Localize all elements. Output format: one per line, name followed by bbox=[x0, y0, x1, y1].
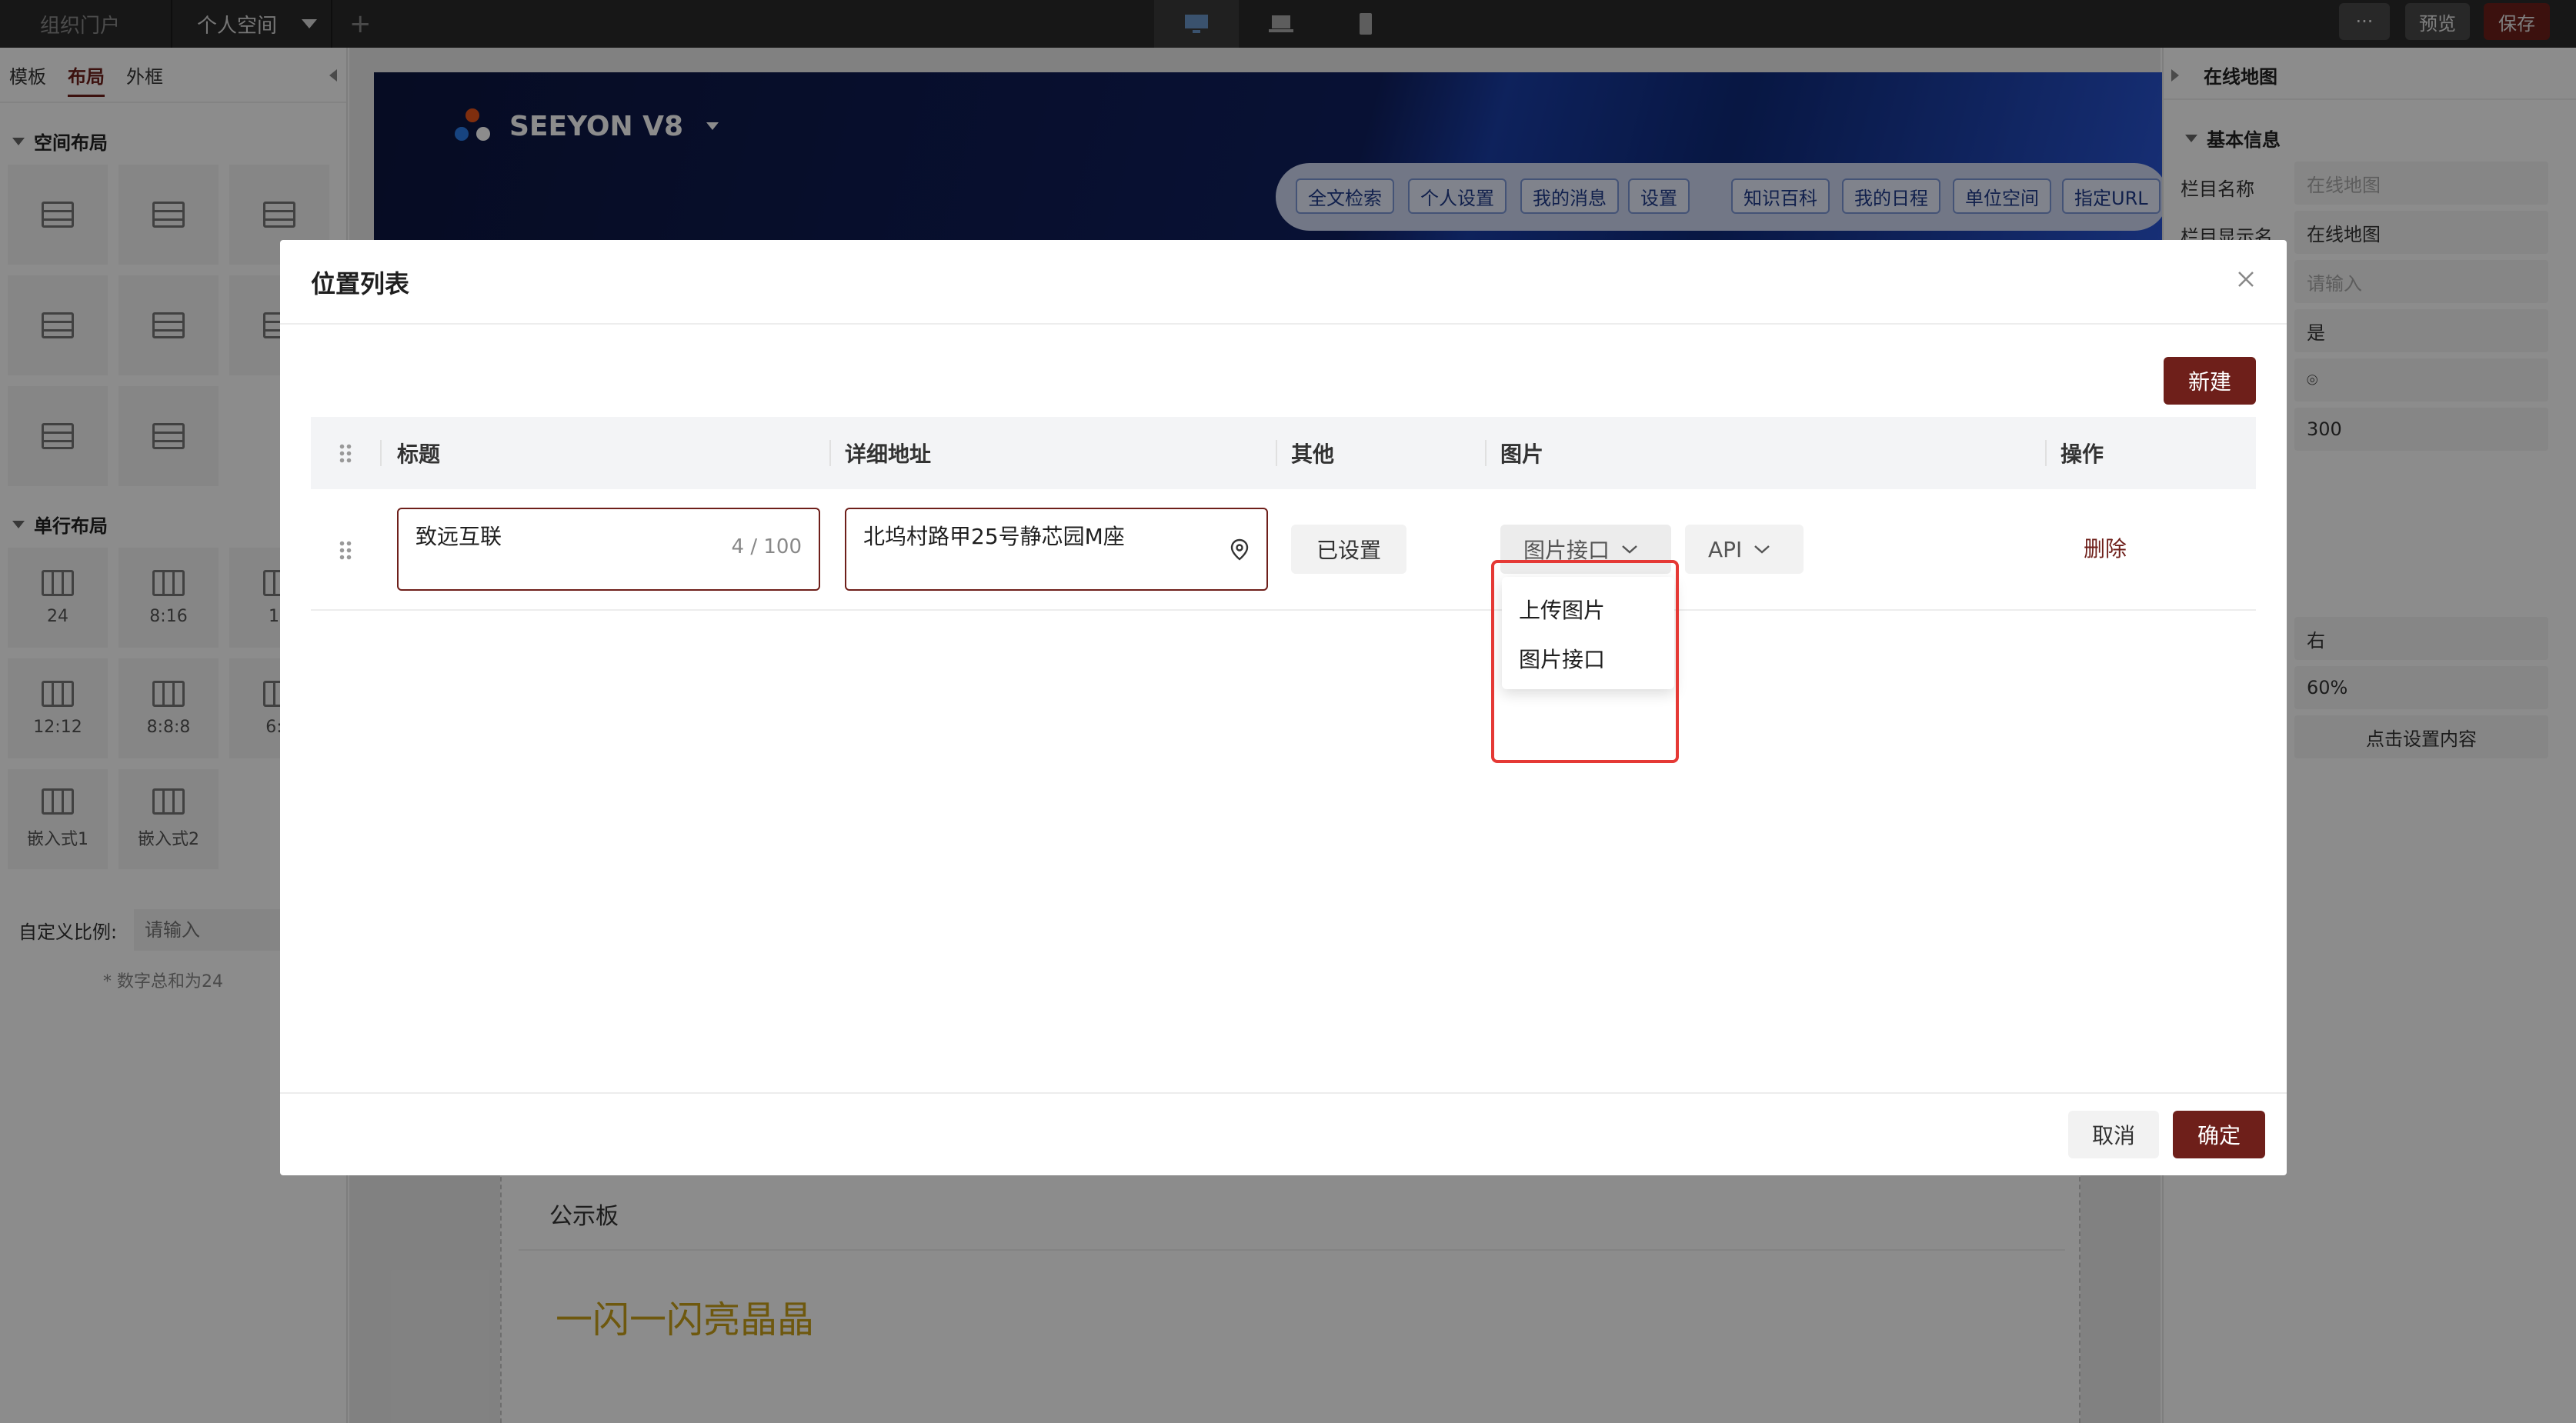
cancel-button[interactable]: 取消 bbox=[2068, 1111, 2159, 1158]
column-header-address: 详细地址 bbox=[845, 442, 932, 467]
api-select[interactable]: API bbox=[1685, 525, 1804, 574]
title-input[interactable]: 致远互联 4 / 100 bbox=[397, 508, 820, 591]
column-header-image: 图片 bbox=[1500, 442, 1544, 467]
api-select-value: API bbox=[1708, 536, 1743, 562]
close-icon[interactable] bbox=[2234, 268, 2257, 291]
divider bbox=[311, 609, 2256, 611]
table-header: 标题 详细地址 其他 图片 操作 bbox=[311, 417, 2256, 489]
column-divider bbox=[2045, 440, 2047, 466]
title-input-value: 致远互联 bbox=[415, 524, 502, 549]
column-divider bbox=[829, 440, 831, 466]
chevron-down-icon bbox=[1754, 545, 1770, 554]
delete-link[interactable]: 删除 bbox=[2084, 532, 2127, 563]
column-header-title: 标题 bbox=[397, 442, 441, 467]
drag-handle-icon bbox=[339, 443, 352, 463]
address-input[interactable]: 北坞村路甲25号静芯园M座 bbox=[845, 508, 1268, 591]
column-divider bbox=[1485, 440, 1487, 466]
divider bbox=[280, 1092, 2287, 1094]
title-char-count: 4 / 100 bbox=[731, 535, 802, 558]
ok-button[interactable]: 确定 bbox=[2173, 1111, 2265, 1158]
column-header-action: 操作 bbox=[2060, 442, 2104, 467]
address-input-value: 北坞村路甲25号静芯园M座 bbox=[863, 524, 1125, 549]
highlight-box bbox=[1491, 560, 1679, 763]
column-divider bbox=[380, 440, 382, 466]
new-button[interactable]: 新建 bbox=[2164, 357, 2256, 405]
row-drag-handle-icon[interactable] bbox=[339, 540, 352, 560]
location-list-modal: 位置列表 新建 标题 详细地址 其他 图片 操作 致远互联 4 / 100 北坞… bbox=[280, 240, 2287, 1175]
divider bbox=[280, 323, 2287, 325]
column-divider bbox=[1276, 440, 1277, 466]
location-pin-icon[interactable] bbox=[1230, 538, 1250, 562]
other-settings-button[interactable]: 已设置 bbox=[1291, 525, 1406, 574]
column-header-other: 其他 bbox=[1291, 442, 1335, 467]
modal-title: 位置列表 bbox=[311, 269, 410, 298]
chevron-down-icon bbox=[1622, 545, 1637, 554]
